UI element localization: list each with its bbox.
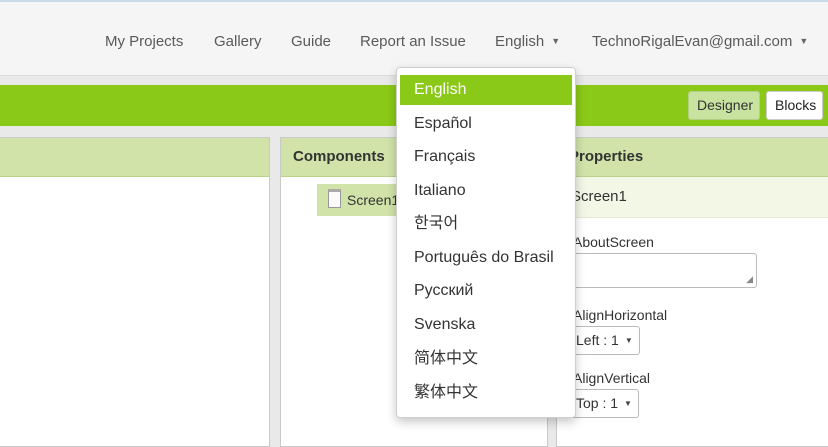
language-option-portuguese-brazil[interactable]: Português do Brasil (400, 243, 572, 273)
align-horizontal-label: AlignHorizontal (573, 307, 668, 323)
component-tree-label: Screen1 (347, 192, 400, 208)
align-horizontal-select[interactable]: Left : 1 ▼ (571, 326, 640, 355)
align-vertical-select[interactable]: Top : 1 ▼ (571, 389, 639, 418)
align-vertical-value: Top : 1 (576, 395, 619, 411)
selected-component-name: Screen1 (557, 177, 828, 218)
language-option-russian[interactable]: Русский (400, 276, 572, 306)
language-option-swedish[interactable]: Svenska (400, 310, 572, 340)
account-menu-toggle[interactable]: TechnoRigalEvan@gmail.com ▼ (592, 33, 808, 50)
caret-down-icon: ▼ (624, 336, 633, 345)
properties-header: Properties (557, 138, 828, 177)
viewer-panel-header (0, 138, 269, 177)
about-screen-label: AboutScreen (573, 234, 654, 250)
viewer-panel (0, 137, 270, 447)
nav-report-issue[interactable]: Report an Issue (360, 33, 466, 50)
nav-my-projects[interactable]: My Projects (105, 33, 183, 50)
language-menu-toggle[interactable]: English ▼ (495, 33, 560, 50)
caret-down-icon: ▼ (551, 36, 561, 46)
blocks-button[interactable]: Blocks (766, 91, 823, 120)
language-option-french[interactable]: Français (400, 142, 572, 172)
resize-grip-icon[interactable]: ◢ (746, 274, 753, 285)
language-dropdown: English Español Français Italiano 한국어 Po… (396, 67, 576, 418)
language-label: English (495, 33, 545, 50)
language-option-spanish[interactable]: Español (400, 109, 572, 139)
language-option-traditional-chinese[interactable]: 繁体中文 (400, 378, 572, 408)
about-screen-textarea[interactable]: ◢ (571, 253, 757, 288)
language-option-italian[interactable]: Italiano (400, 176, 572, 206)
designer-button[interactable]: Designer (688, 91, 760, 120)
top-navigation: My Projects Gallery Guide Report an Issu… (0, 0, 828, 76)
properties-panel: Properties Screen1 AboutScreen ◢ AlignHo… (556, 137, 828, 447)
language-option-korean[interactable]: 한국어 (400, 209, 572, 239)
align-horizontal-value: Left : 1 (576, 332, 619, 348)
caret-down-icon: ▼ (624, 399, 632, 408)
caret-down-icon: ▼ (799, 36, 809, 46)
nav-gallery[interactable]: Gallery (214, 33, 262, 50)
nav-guide[interactable]: Guide (291, 33, 331, 50)
language-option-simplified-chinese[interactable]: 简体中文 (400, 344, 572, 374)
document-icon (328, 189, 341, 208)
account-email: TechnoRigalEvan@gmail.com (592, 33, 793, 50)
language-option-english[interactable]: English (400, 75, 572, 105)
align-vertical-label: AlignVertical (573, 370, 651, 386)
